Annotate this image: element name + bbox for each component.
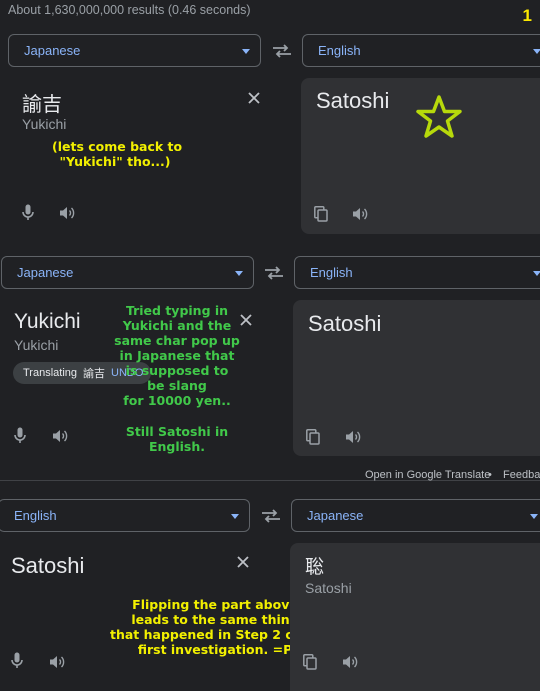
results-count: About 1,630,000,000 results (0.46 second… [8,3,251,17]
chevron-down-icon [530,514,538,519]
annotation-note: (lets come back to "Yukichi" tho...) [52,139,183,169]
input-text[interactable]: Yukichi [14,310,81,334]
clear-text-icon[interactable] [236,555,250,569]
speaker-icon[interactable] [342,655,359,669]
annotation-note-result: Still Satoshi in English. [125,424,229,454]
target-language-select[interactable]: English [294,256,540,289]
copy-icon[interactable] [303,654,317,670]
swap-languages-icon[interactable] [261,509,281,523]
annotation-note: Flipping the part above leads to the sam… [110,597,327,657]
clear-text-icon[interactable] [247,91,261,105]
chevron-down-icon [533,49,540,54]
speaker-icon[interactable] [352,207,369,221]
output-text: 聡 [305,557,325,578]
input-text[interactable]: 諭吉 [22,88,62,117]
speaker-icon[interactable] [49,655,66,669]
target-language-select[interactable]: English [302,34,540,67]
copy-icon[interactable] [314,206,328,222]
source-language-label: Japanese [24,43,81,58]
input-romanization: Yukichi [22,116,67,132]
target-language-select[interactable]: Japanese [291,499,540,532]
chip-character: 諭吉 [83,368,106,380]
output-text: Satoshi [316,88,390,113]
input-text[interactable]: Satoshi [11,553,84,579]
chip-prefix: Translating [23,367,78,379]
chevron-down-icon [231,514,239,519]
source-language-select[interactable]: Japanese [8,34,261,67]
source-language-select[interactable]: English [0,499,250,532]
output-text: Satoshi [308,311,382,336]
output-romanization: Satoshi [305,580,352,596]
star-annotation-icon [416,95,462,138]
footer-separator: • [488,469,492,481]
speaker-icon[interactable] [345,430,362,444]
feedback-link[interactable]: Feedback [503,469,540,481]
target-language-label: English [310,265,353,280]
step-number: 1 [522,6,532,25]
target-language-label: Japanese [307,508,364,523]
swap-languages-icon[interactable] [272,44,292,58]
copy-icon[interactable] [306,429,320,445]
chevron-down-icon [533,271,540,276]
chevron-down-icon [242,49,250,54]
open-in-google-translate-link[interactable]: Open in Google Translate [365,469,490,481]
microphone-icon[interactable] [14,427,26,444]
source-language-label: English [14,508,57,523]
annotation-note: Tried typing in Yukichi and the same cha… [114,303,240,408]
swap-languages-icon[interactable] [264,266,284,280]
input-romanization: Yukichi [14,337,59,353]
speaker-icon[interactable] [59,206,76,220]
source-language-select[interactable]: Japanese [1,256,254,289]
source-language-label: Japanese [17,265,74,280]
microphone-icon[interactable] [11,652,23,669]
target-language-label: English [318,43,361,58]
output-panel [290,543,540,691]
chevron-down-icon [235,271,243,276]
microphone-icon[interactable] [22,204,34,221]
speaker-icon[interactable] [52,429,69,443]
